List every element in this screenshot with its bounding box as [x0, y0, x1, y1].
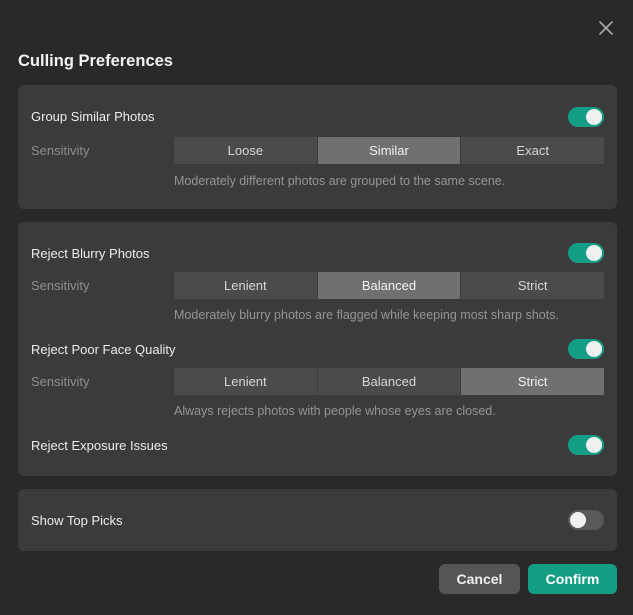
reject-face-toggle[interactable]	[568, 339, 604, 359]
top-picks-toggle[interactable]	[568, 510, 604, 530]
reject-blurry-description: Moderately blurry photos are flagged whi…	[174, 308, 559, 322]
reject-face-label: Reject Poor Face Quality	[31, 342, 176, 357]
reject-face-sensitivity-selector: Lenient Balanced Strict	[174, 368, 605, 395]
group-similar-sensitivity-selector: Loose Similar Exact	[174, 137, 605, 164]
option-balanced[interactable]: Balanced	[317, 368, 461, 395]
reject-face-sensitivity-label: Sensitivity	[31, 374, 90, 389]
cancel-button[interactable]: Cancel	[439, 564, 520, 594]
reject-blurry-sensitivity-label: Sensitivity	[31, 278, 90, 293]
top-picks-label: Show Top Picks	[31, 513, 123, 528]
option-exact[interactable]: Exact	[461, 137, 605, 164]
group-similar-label: Group Similar Photos	[31, 109, 155, 124]
top-picks-card: Show Top Picks	[18, 489, 617, 551]
reject-blurry-label: Reject Blurry Photos	[31, 246, 150, 261]
option-strict[interactable]: Strict	[461, 368, 605, 395]
group-similar-card: Group Similar Photos Sensitivity Loose S…	[18, 85, 617, 209]
group-similar-sensitivity-label: Sensitivity	[31, 143, 90, 158]
reject-exposure-toggle[interactable]	[568, 435, 604, 455]
option-balanced[interactable]: Balanced	[317, 272, 461, 299]
toggle-knob	[586, 109, 602, 125]
option-strict[interactable]: Strict	[461, 272, 605, 299]
reject-card: Reject Blurry Photos Sensitivity Lenient…	[18, 222, 617, 476]
close-icon	[599, 21, 613, 35]
option-loose[interactable]: Loose	[174, 137, 317, 164]
option-similar[interactable]: Similar	[317, 137, 461, 164]
reject-exposure-label: Reject Exposure Issues	[31, 438, 168, 453]
confirm-button[interactable]: Confirm	[528, 564, 617, 594]
reject-face-description: Always rejects photos with people whose …	[174, 404, 496, 418]
close-button[interactable]	[596, 18, 616, 38]
group-similar-description: Moderately different photos are grouped …	[174, 174, 506, 188]
reject-blurry-toggle[interactable]	[568, 243, 604, 263]
toggle-knob	[570, 512, 586, 528]
option-lenient[interactable]: Lenient	[174, 368, 317, 395]
toggle-knob	[586, 245, 602, 261]
toggle-knob	[586, 341, 602, 357]
reject-blurry-sensitivity-selector: Lenient Balanced Strict	[174, 272, 605, 299]
option-lenient[interactable]: Lenient	[174, 272, 317, 299]
dialog-title: Culling Preferences	[18, 52, 173, 70]
group-similar-toggle[interactable]	[568, 107, 604, 127]
toggle-knob	[586, 437, 602, 453]
